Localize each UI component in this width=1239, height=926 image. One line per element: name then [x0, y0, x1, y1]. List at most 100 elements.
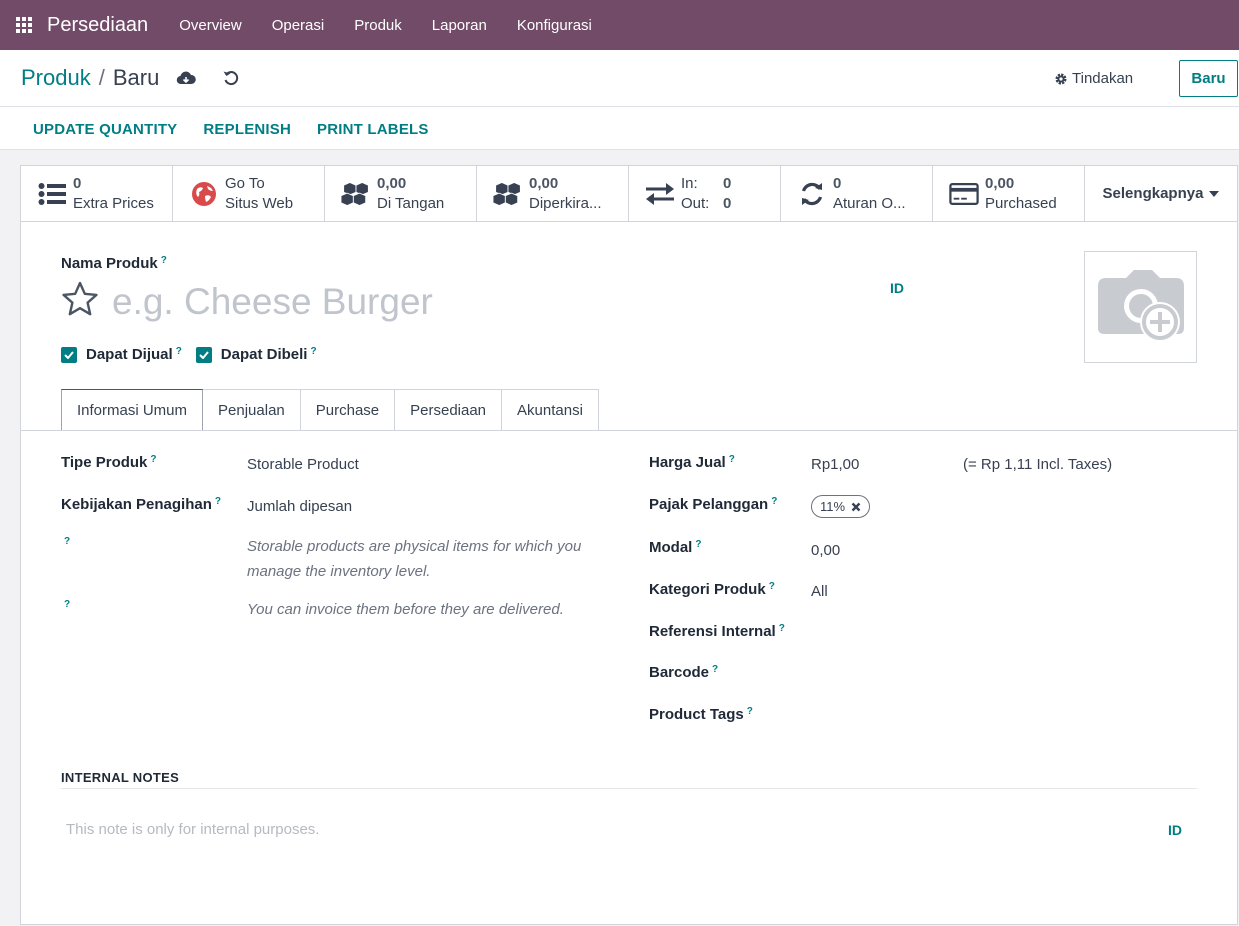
smart-button-on-hand[interactable]: 0,00 Di Tangan: [325, 166, 477, 221]
product-tags-label: Product Tags?: [649, 706, 753, 723]
cubes-icon: [493, 179, 523, 209]
product-category-label: Kategori Produk?: [649, 581, 775, 598]
internal-reference-label: Referensi Internal?: [649, 623, 785, 640]
app-name[interactable]: Persediaan: [47, 14, 148, 37]
breadcrumb: Produk / Baru: [21, 65, 159, 91]
in-label: In:: [681, 174, 698, 192]
product-type-help-text: Storable products are physical items for…: [247, 538, 582, 580]
extra-prices-count: 0: [73, 174, 82, 192]
cost-input[interactable]: 0,00: [811, 542, 840, 559]
breadcrumb-separator: /: [98, 65, 105, 90]
purchased-value: 0,00: [985, 174, 1015, 192]
product-image-upload[interactable]: [1084, 251, 1197, 363]
tab-accounting[interactable]: Akuntansi: [501, 389, 599, 431]
smart-button-forecast[interactable]: 0,00 Diperkira...: [477, 166, 629, 221]
product-category-select[interactable]: All: [811, 583, 828, 600]
cubes-icon: [341, 179, 371, 209]
tab-purchase[interactable]: Purchase: [299, 389, 396, 431]
exchange-arrows-icon: [645, 179, 675, 209]
help-tooltip-icon[interactable]: ?: [712, 664, 718, 675]
invoice-policy-select[interactable]: Jumlah dipesan: [247, 498, 352, 515]
forecast-label: Diperkira...: [529, 194, 602, 212]
out-label: Out:: [681, 194, 710, 212]
favorite-star-icon[interactable]: [61, 281, 99, 322]
print-labels-button[interactable]: PRINT LABELS: [304, 121, 442, 138]
product-tags-input[interactable]: [811, 702, 1197, 728]
can-be-purchased-label: Dapat Dibeli?: [220, 346, 317, 363]
menu-operasi[interactable]: Operasi: [257, 17, 340, 34]
can-be-purchased-option[interactable]: Dapat Dibeli?: [195, 346, 317, 363]
help-tooltip-icon[interactable]: ?: [161, 255, 167, 266]
barcode-input[interactable]: [811, 660, 1197, 686]
tab-sales[interactable]: Penjualan: [202, 389, 301, 431]
menu-produk[interactable]: Produk: [339, 17, 417, 34]
help-tooltip-icon[interactable]: ?: [64, 536, 70, 547]
internal-notes-divider: [61, 788, 1197, 789]
help-tooltip-icon[interactable]: ?: [310, 346, 316, 357]
smart-button-in-out[interactable]: In: 0 Out: 0: [629, 166, 781, 221]
website-line1: Go To: [225, 174, 265, 192]
notebook-tabs: Informasi Umum Penjualan Purchase Persed…: [61, 389, 599, 432]
name-translation-button[interactable]: ID: [890, 280, 904, 296]
internal-notes-title: INTERNAL NOTES: [61, 770, 180, 785]
apps-menu-icon[interactable]: [0, 0, 48, 50]
product-type-select[interactable]: Storable Product: [247, 456, 359, 473]
top-navbar: Persediaan Overview Operasi Produk Lapor…: [0, 0, 1239, 50]
sales-price-input[interactable]: Rp1,00: [811, 456, 859, 473]
can-be-purchased-checkbox[interactable]: [195, 346, 212, 363]
help-tooltip-icon[interactable]: ?: [747, 706, 753, 717]
tax-tag-label: 11%: [820, 499, 846, 514]
tab-divider: [21, 430, 1237, 431]
notes-translation-button[interactable]: ID: [1168, 822, 1182, 838]
refresh-icon: [797, 179, 827, 209]
form-sheet: 0 Extra Prices Go To Situs Web 0,00 Di T…: [20, 165, 1238, 925]
extra-prices-label: Extra Prices: [73, 194, 154, 212]
out-value: 0: [723, 194, 732, 212]
replenish-button[interactable]: REPLENISH: [190, 121, 304, 138]
help-tooltip-icon[interactable]: ?: [176, 346, 182, 357]
globe-icon: [189, 179, 219, 209]
tab-general-information[interactable]: Informasi Umum: [61, 389, 204, 432]
help-tooltip-icon[interactable]: ?: [695, 539, 701, 550]
sales-price-incl-taxes: (= Rp 1,11 Incl. Taxes): [963, 456, 1113, 473]
product-name-input[interactable]: e.g. Cheese Burger: [112, 281, 433, 323]
can-be-sold-option[interactable]: Dapat Dijual?: [61, 346, 182, 363]
actions-dropdown[interactable]: Tindakan: [1054, 70, 1133, 87]
forecast-value: 0,00: [529, 174, 559, 192]
update-quantity-button[interactable]: UPDATE QUANTITY: [20, 121, 190, 138]
rules-label: Aturan O...: [833, 194, 906, 212]
discard-undo-icon[interactable]: [221, 68, 241, 88]
save-cloud-icon[interactable]: [176, 68, 196, 88]
caret-down-icon: [1209, 190, 1220, 197]
smart-button-extra-prices[interactable]: 0 Extra Prices: [21, 166, 173, 221]
smart-button-reordering-rules[interactable]: 0 Aturan O...: [781, 166, 933, 221]
new-record-button[interactable]: Baru: [1179, 60, 1238, 97]
help-tooltip-icon[interactable]: ?: [150, 454, 156, 465]
more-smart-buttons-dropdown[interactable]: Selengkapnya: [1085, 166, 1237, 221]
help-tooltip-icon[interactable]: ?: [779, 623, 785, 634]
smart-button-website[interactable]: Go To Situs Web: [173, 166, 325, 221]
invoice-policy-label: Kebijakan Penagihan?: [61, 496, 221, 513]
help-tooltip-icon[interactable]: ?: [215, 496, 221, 507]
internal-reference-input[interactable]: [811, 619, 1197, 645]
tax-tag-11: 11%: [811, 495, 871, 518]
smart-button-purchased[interactable]: 0,00 Purchased: [933, 166, 1085, 221]
menu-laporan[interactable]: Laporan: [417, 17, 502, 34]
customer-taxes-label: Pajak Pelanggan?: [649, 496, 778, 513]
remove-tag-icon[interactable]: [851, 502, 861, 512]
tab-inventory[interactable]: Persediaan: [394, 389, 503, 431]
control-divider: [0, 106, 1239, 107]
can-be-sold-checkbox[interactable]: [61, 346, 77, 363]
breadcrumb-parent[interactable]: Produk: [21, 65, 91, 91]
internal-notes-editor[interactable]: This note is only for internal purposes.: [66, 821, 319, 838]
menu-konfigurasi[interactable]: Konfigurasi: [502, 17, 607, 34]
help-tooltip-icon[interactable]: ?: [771, 496, 777, 507]
list-icon: [37, 179, 67, 209]
sales-price-label: Harga Jual?: [649, 454, 735, 471]
help-tooltip-icon[interactable]: ?: [64, 599, 70, 610]
breadcrumb-current: Baru: [112, 65, 160, 90]
help-tooltip-icon[interactable]: ?: [769, 581, 775, 592]
actions-label: Tindakan: [1072, 70, 1134, 87]
menu-overview[interactable]: Overview: [164, 17, 257, 34]
help-tooltip-icon[interactable]: ?: [729, 454, 735, 465]
